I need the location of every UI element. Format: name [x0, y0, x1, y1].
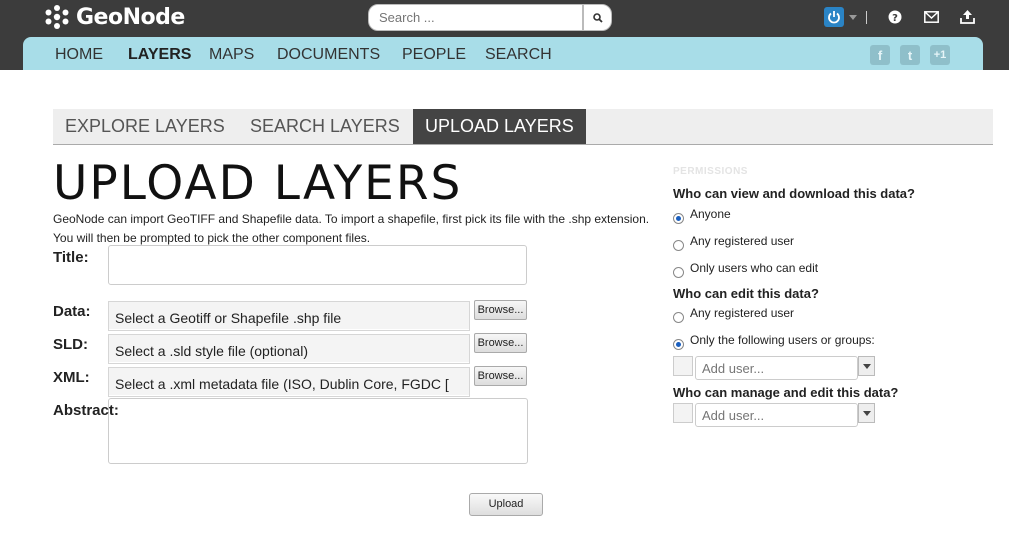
geonode-logo[interactable]: GeoNode	[44, 3, 185, 31]
sld-file-field[interactable]: Select a .sld style file (optional)	[108, 334, 470, 364]
header-tools: ?	[824, 6, 975, 28]
radio-button[interactable]	[673, 266, 684, 278]
upload-button[interactable]	[959, 9, 975, 25]
nav-maps[interactable]: MAPS	[209, 46, 254, 64]
nav-people[interactable]: PEOPLE	[402, 46, 466, 64]
view-permission-question: Who can view and download this data?	[673, 186, 915, 201]
option-label: Any registered user	[690, 306, 795, 320]
radio-button[interactable]	[673, 338, 684, 350]
view-option-registered[interactable]: Any registered user	[673, 233, 795, 251]
search-button[interactable]	[583, 4, 612, 31]
option-label: Only users who can edit	[690, 261, 819, 275]
intro-text: GeoNode can import GeoTIFF and Shapefile…	[53, 212, 650, 245]
layer-tabs: EXPLORE LAYERS SEARCH LAYERS UPLOAD LAYE…	[53, 109, 993, 145]
edit-add-user-input[interactable]	[695, 356, 858, 380]
edit-option-registered[interactable]: Any registered user	[673, 305, 795, 323]
manage-permission-question: Who can manage and edit this data?	[673, 385, 899, 400]
twitter-icon[interactable]: t	[900, 45, 920, 65]
nav-layers[interactable]: LAYERS	[128, 46, 191, 64]
envelope-icon	[923, 11, 939, 23]
search-input[interactable]	[368, 4, 583, 31]
tab-upload-layers[interactable]: UPLOAD LAYERS	[413, 109, 586, 144]
radio-button[interactable]	[673, 239, 684, 251]
facebook-icon[interactable]: f	[870, 45, 890, 65]
upload-submit-button[interactable]: Upload	[469, 493, 543, 516]
tab-explore-layers[interactable]: EXPLORE LAYERS	[65, 109, 225, 144]
permissions-heading: PERMISSIONS	[673, 166, 748, 177]
user-chip-area	[673, 403, 693, 423]
geonode-logo-icon	[45, 5, 69, 29]
chevron-down-icon[interactable]	[858, 356, 875, 376]
chevron-down-icon[interactable]	[849, 14, 857, 20]
brand-name: GeoNode	[76, 4, 185, 30]
xml-label: XML:	[53, 369, 90, 386]
svg-text:?: ?	[892, 13, 898, 24]
manage-add-user-input[interactable]	[695, 403, 858, 427]
radio-button[interactable]	[673, 311, 684, 323]
data-file-field[interactable]: Select a Geotiff or Shapefile .shp file	[108, 301, 470, 331]
radio-button[interactable]	[673, 212, 684, 224]
search-icon	[592, 12, 603, 23]
nav-search[interactable]: SEARCH	[485, 46, 552, 64]
edit-option-specific[interactable]: Only the following users or groups:	[673, 332, 875, 350]
power-icon	[828, 11, 840, 24]
abstract-label: Abstract:	[53, 402, 119, 419]
view-option-editors[interactable]: Only users who can edit	[673, 260, 819, 278]
sld-label: SLD:	[53, 336, 88, 353]
help-button[interactable]: ?	[887, 9, 903, 25]
option-label: Any registered user	[690, 234, 795, 248]
title-input[interactable]	[108, 245, 527, 285]
nav-home[interactable]: HOME	[55, 46, 103, 64]
title-label: Title:	[53, 249, 89, 266]
xml-browse-button[interactable]: Browse...	[474, 366, 527, 386]
chevron-down-icon[interactable]	[858, 403, 875, 423]
abstract-textarea[interactable]	[108, 398, 528, 464]
option-label: Only the following users or groups:	[690, 333, 875, 347]
xml-file-field[interactable]: Select a .xml metadata file (ISO, Dublin…	[108, 367, 470, 397]
nav-documents[interactable]: DOCUMENTS	[277, 46, 380, 64]
divider	[866, 10, 867, 24]
edit-permission-question: Who can edit this data?	[673, 286, 819, 301]
google-plus-icon[interactable]: +1	[930, 45, 950, 65]
top-bar: GeoNode ?	[0, 0, 1009, 70]
search-box	[368, 4, 612, 31]
user-chip-area	[673, 356, 693, 376]
view-option-anyone[interactable]: Anyone	[673, 206, 731, 224]
tab-search-layers[interactable]: SEARCH LAYERS	[250, 109, 400, 144]
user-menu-button[interactable]	[824, 7, 844, 27]
sld-browse-button[interactable]: Browse...	[474, 333, 527, 353]
option-label: Anyone	[690, 207, 731, 221]
help-icon: ?	[888, 10, 902, 24]
main-nav: HOME LAYERS MAPS DOCUMENTS PEOPLE SEARCH…	[23, 37, 983, 70]
page-title: UPLOAD LAYERS	[53, 156, 463, 211]
messages-button[interactable]	[923, 9, 939, 25]
data-label: Data:	[53, 303, 91, 320]
data-browse-button[interactable]: Browse...	[474, 300, 527, 320]
upload-icon	[959, 10, 975, 24]
